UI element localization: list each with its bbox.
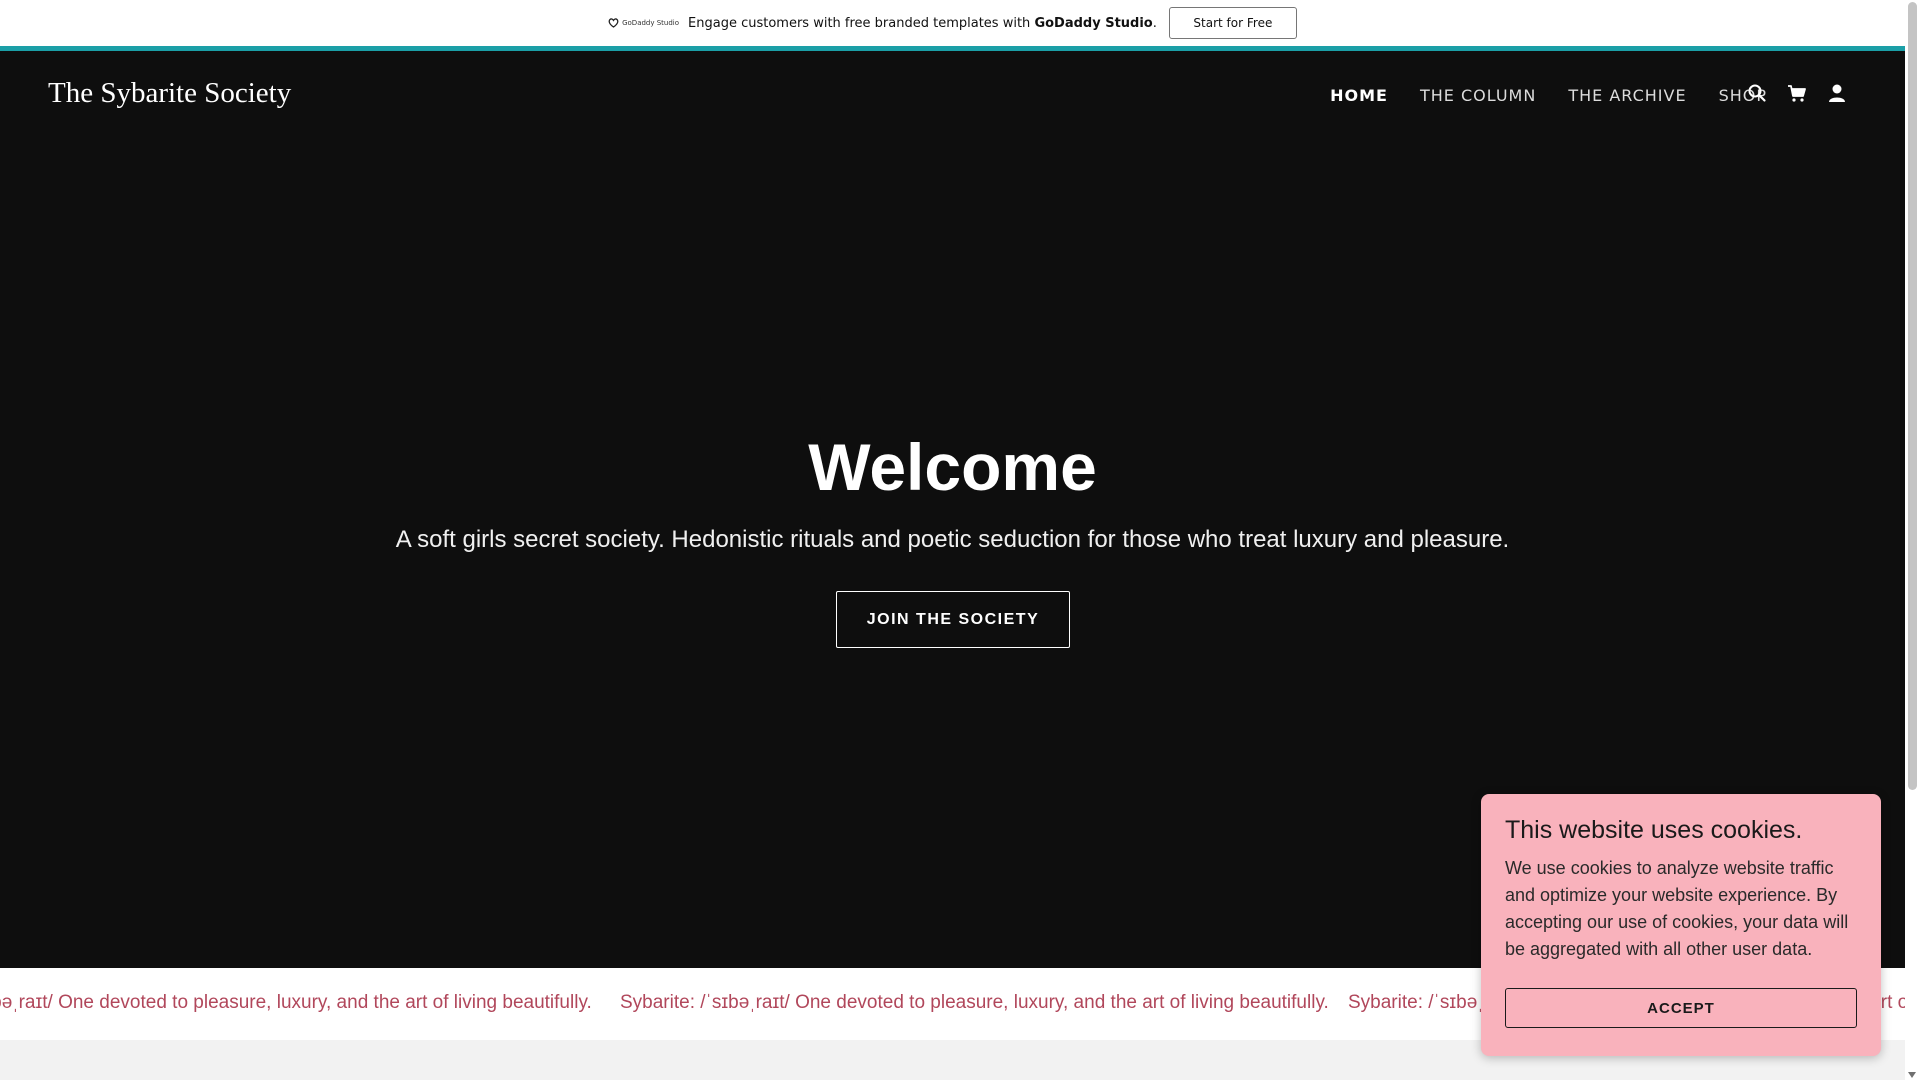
- page-scrollbar[interactable]: [1905, 0, 1920, 1080]
- godaddy-studio-logo: GoDaddy Studio: [608, 18, 679, 28]
- start-for-free-button[interactable]: Start for Free: [1168, 7, 1297, 39]
- header-icons: [1747, 83, 1847, 103]
- promo-text-brand: GoDaddy Studio: [1034, 15, 1153, 31]
- cart-icon[interactable]: [1787, 83, 1807, 103]
- scroll-down-arrow-icon[interactable]: [1908, 1072, 1916, 1078]
- join-the-society-button[interactable]: JOIN THE SOCIETY: [836, 591, 1070, 648]
- cookie-consent-popup: This website uses cookies. We use cookie…: [1481, 794, 1881, 1056]
- promo-banner: GoDaddy Studio Engage customers with fre…: [0, 0, 1905, 46]
- accept-cookies-button[interactable]: ACCEPT: [1505, 988, 1857, 1028]
- godaddy-icon: [608, 18, 619, 28]
- promo-text: Engage customers with free branded templ…: [688, 16, 1157, 31]
- main-nav: HOME THE COLUMN THE ARCHIVE SHOP: [1330, 86, 1767, 105]
- promo-text-prefix: Engage customers with free branded templ…: [688, 15, 1035, 31]
- cookie-title: This website uses cookies.: [1505, 816, 1803, 844]
- nav-item-home[interactable]: HOME: [1330, 86, 1388, 105]
- account-icon[interactable]: [1827, 83, 1847, 103]
- page: GoDaddy Studio Engage customers with fre…: [0, 0, 1920, 1080]
- hero-tagline: A soft girls secret society. Hedonistic …: [395, 526, 1510, 553]
- site-title[interactable]: The Sybarite Society: [48, 77, 291, 110]
- nav-item-the-archive[interactable]: THE ARCHIVE: [1568, 86, 1686, 105]
- search-icon[interactable]: [1747, 83, 1767, 103]
- marquee-item: Sybarite: /ˈsɪbəˌraɪt/ One devoted to pl…: [620, 992, 1329, 1013]
- nav-item-the-column[interactable]: THE COLUMN: [1420, 86, 1536, 105]
- promo-text-suffix: .: [1152, 15, 1157, 31]
- promo-logo-text: GoDaddy Studio: [622, 19, 680, 27]
- hero-heading: Welcome: [808, 430, 1097, 504]
- scrollbar-thumb[interactable]: [1908, 2, 1917, 790]
- marquee-item: Sybarite: /ˈsɪbəˌraɪt/ One devoted to pl…: [0, 992, 592, 1013]
- cookie-body: We use cookies to analyze website traffi…: [1505, 858, 1849, 959]
